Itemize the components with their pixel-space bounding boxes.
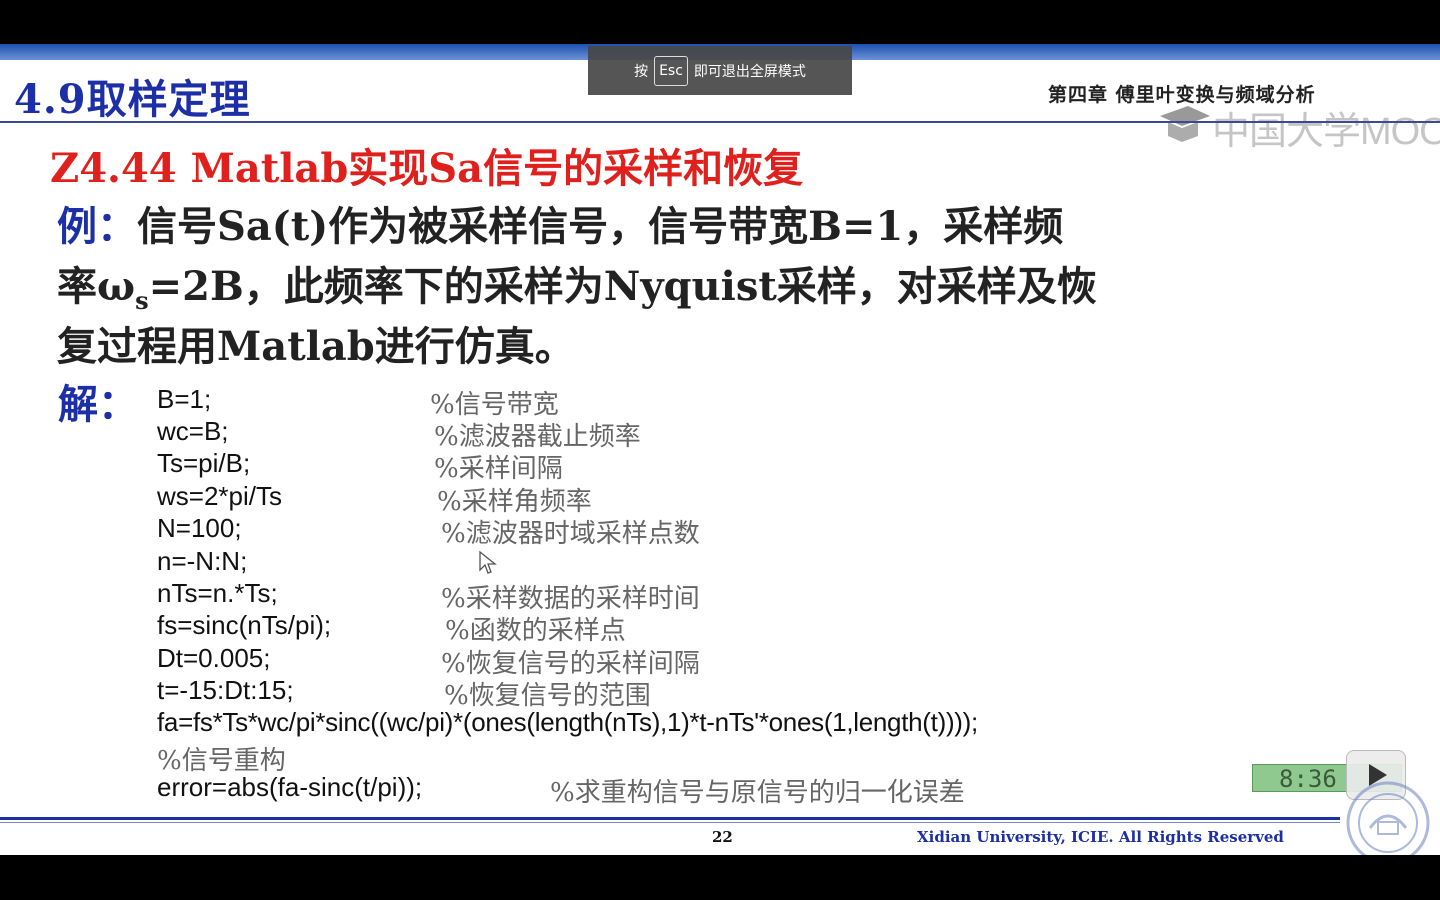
mooc-watermark-text: 中国大学MOOC	[1212, 111, 1440, 153]
university-seal-icon	[1346, 781, 1430, 855]
code-comment: %滤波器时域采样点数	[441, 519, 700, 549]
code-line: nTs=n.*Ts;	[157, 578, 278, 608]
code-line: Ts=pi/B;	[157, 448, 251, 478]
lecture-slide: 4.9取样定理 第四章 傅里叶变换与频域分析 中国大学MOOC Z4.44 Ma…	[0, 44, 1440, 855]
section-title: 4.9取样定理	[14, 76, 251, 123]
example-line-3: 复过程用Matlab进行仿真。	[57, 323, 575, 370]
slide-subtitle: Z4.44 Matlab实现Sa信号的采样和恢复	[50, 145, 804, 192]
code-line: t=-15:Dt:15;	[157, 675, 294, 705]
fullscreen-exit-tooltip: 按 Esc 即可退出全屏模式	[588, 46, 852, 95]
example-line-2: 率ωs=2B，此频率下的采样为Nyquist采样，对采样及恢	[57, 254, 1097, 315]
code-line: fs=sinc(nTs/pi);	[157, 610, 332, 640]
example-text-2-pre: 率ω	[57, 263, 136, 310]
example-subscript: s	[135, 286, 149, 315]
code-line: fa=fs*Ts*wc/pi*sinc((wc/pi)*(ones(length…	[157, 707, 978, 737]
example-label: 例：	[57, 203, 137, 250]
code-line: B=1;	[157, 384, 212, 414]
code-line: Dt=0.005;	[157, 643, 271, 673]
page-number: 22	[712, 828, 733, 846]
mooc-logo-icon	[1160, 106, 1210, 142]
mouse-cursor-icon	[479, 551, 497, 574]
header-divider	[0, 121, 1440, 123]
code-line: wc=B;	[157, 416, 229, 446]
code-comment: %函数的采样点	[445, 616, 626, 646]
example-text-2-post: =2B，此频率下的采样为Nyquist采样，对采样及恢	[148, 263, 1097, 310]
example-text-1: 信号Sa(t)作为被采样信号，信号带宽B=1，采样频	[137, 203, 1064, 250]
tooltip-prefix: 按	[634, 63, 649, 80]
tooltip-suffix: 即可退出全屏模式	[693, 63, 806, 80]
code-line: n=-N:N;	[157, 546, 248, 576]
footer-divider	[0, 817, 1340, 820]
code-comment: %求重构信号与原信号的归一化误差	[550, 778, 965, 808]
esc-key-badge: Esc	[654, 55, 688, 86]
code-comment: %采样间隔	[434, 454, 563, 484]
code-line: error=abs(fa-sinc(t/pi));	[157, 772, 423, 802]
code-line: ws=2*pi/Ts	[157, 481, 282, 511]
solution-label: 解：	[58, 381, 138, 428]
code-line: N=100;	[157, 513, 242, 543]
copyright-notice: Xidian University, ICIE. All Rights Rese…	[917, 828, 1284, 846]
example-line-1: 例：信号Sa(t)作为被采样信号，信号带宽B=1，采样频	[57, 194, 1063, 252]
footer-divider-thin	[0, 822, 1340, 823]
